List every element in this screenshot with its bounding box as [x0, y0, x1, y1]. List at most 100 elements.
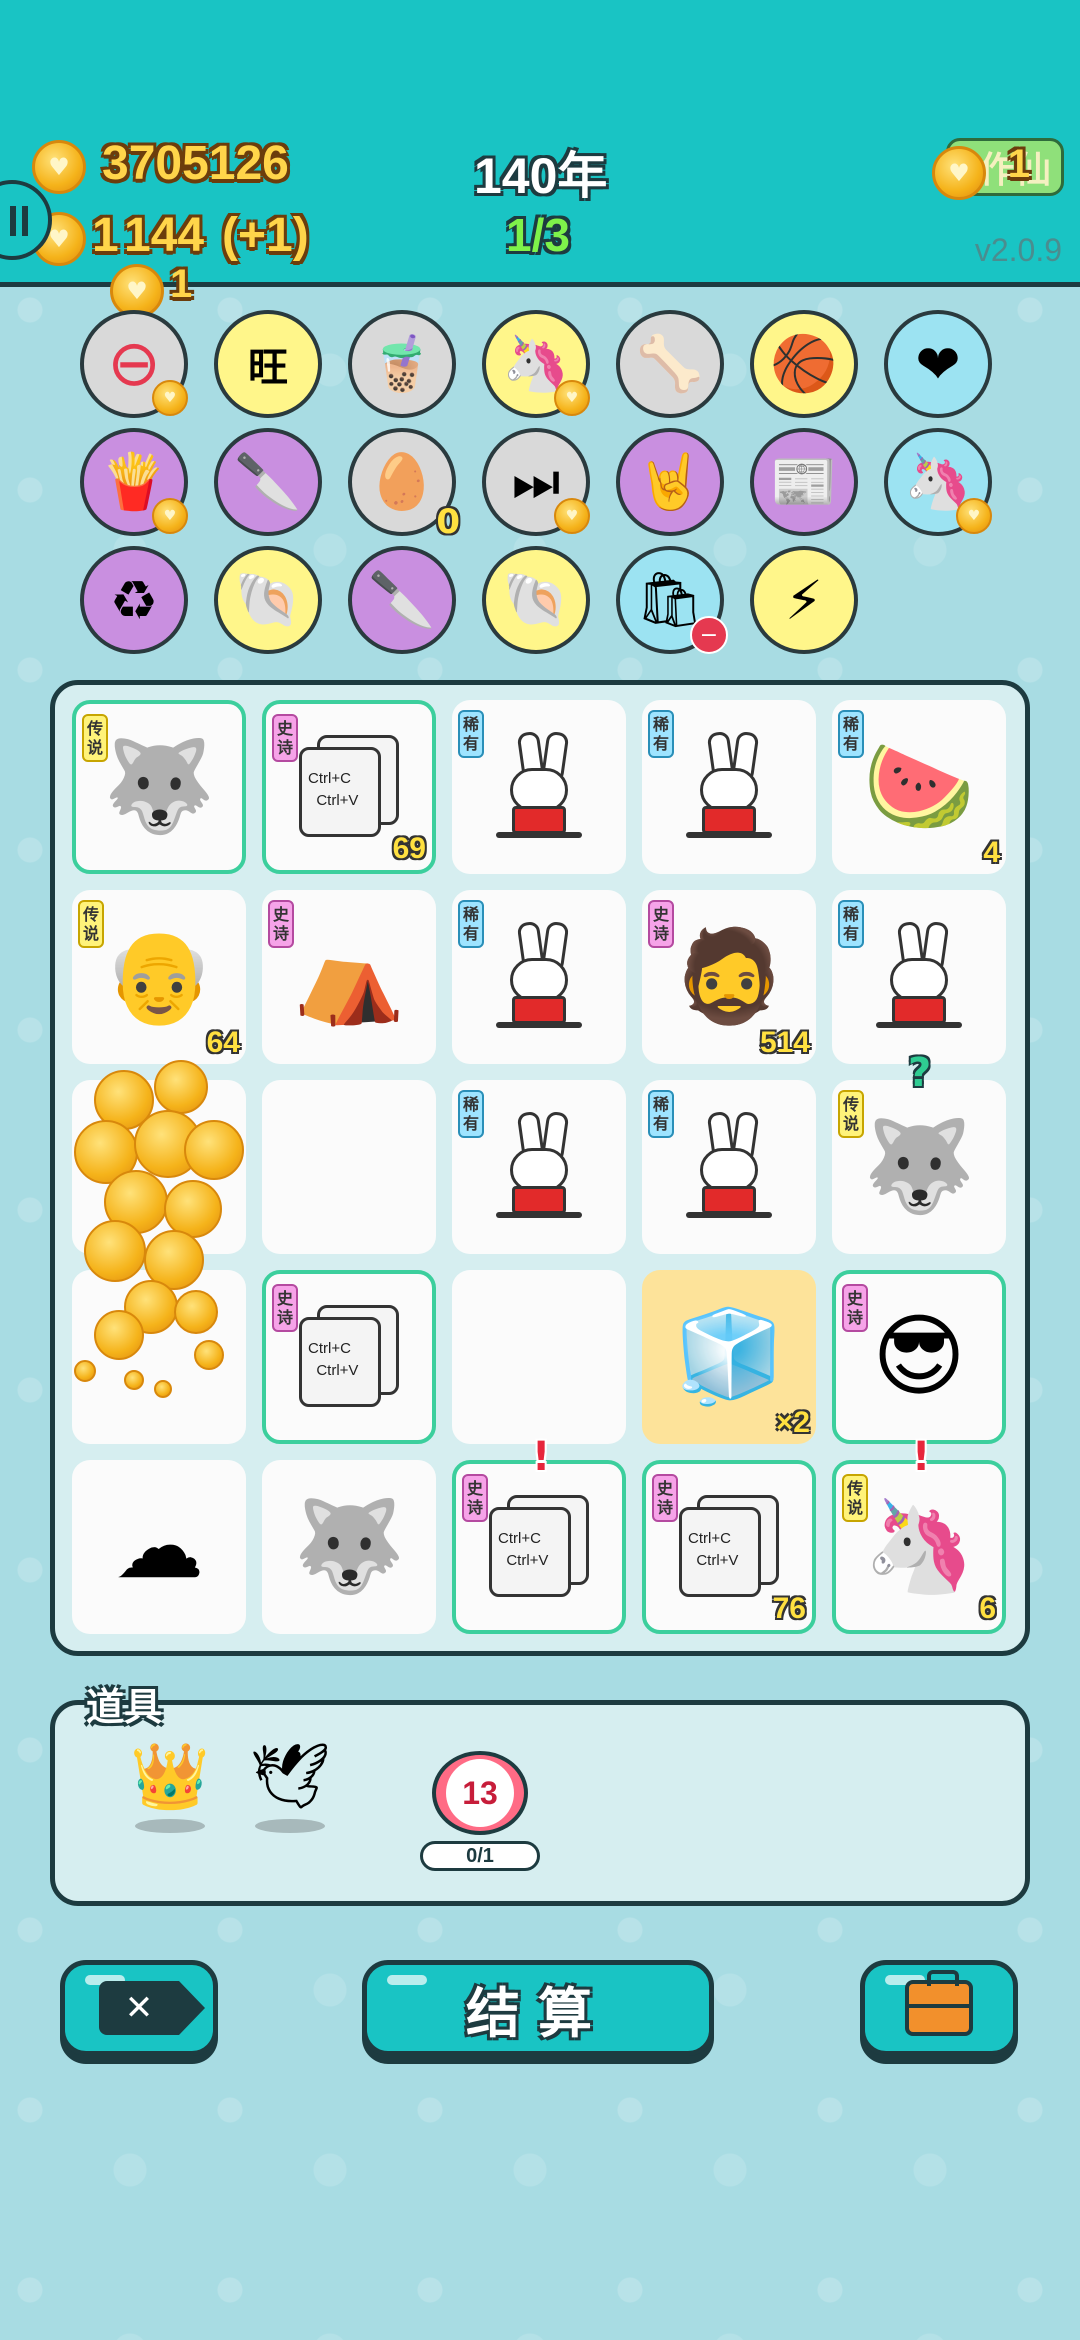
- bubble-tea-icon: 🧋: [368, 332, 436, 395]
- relic-recycle-icon[interactable]: ♻: [80, 546, 188, 654]
- copy-paste-icon: Ctrl+C Ctrl+V: [299, 735, 399, 839]
- rarity-tag: 稀有: [458, 710, 484, 758]
- board-cell-husky-king[interactable]: 🐺: [262, 1460, 436, 1634]
- rabbit-house-icon: ⛺: [292, 924, 406, 1029]
- husky-king-icon: 🐺: [102, 734, 216, 839]
- item-timer[interactable]: 13 0/1: [415, 1751, 545, 1871]
- relic-twin-unicorns-icon[interactable]: 🦄 ♥: [884, 428, 992, 536]
- cheat-coin-count: 1: [1007, 142, 1030, 186]
- relic-basketballs-icon[interactable]: 🏀: [750, 310, 858, 418]
- bearded-man-icon: 🧔: [672, 924, 786, 1029]
- rabbit-icon: [874, 922, 964, 1032]
- timer-icon: 13: [432, 1751, 528, 1835]
- heart-coin-icon: [154, 1060, 208, 1114]
- board-cell-rabbit[interactable]: 稀有: [642, 700, 816, 874]
- board-cell-copy-paste[interactable]: 史诗 Ctrl+C Ctrl+V 76: [642, 1460, 816, 1634]
- timer-progress: 0/1: [420, 1841, 540, 1871]
- board-cell-rabbit[interactable]: 稀有: [452, 890, 626, 1064]
- heart-coin-icon: [184, 1120, 244, 1180]
- symbol-counter: 6: [979, 1592, 996, 1625]
- symbol-counter: 514: [759, 1026, 810, 1059]
- unicorn-icon: 🦄: [862, 1494, 976, 1599]
- relic-unicorn-icon[interactable]: 🦄 ♥: [482, 310, 590, 418]
- relic-trash-bag-icon[interactable]: 🛍 −: [616, 546, 728, 654]
- rarity-tag: 传说: [82, 714, 108, 762]
- recycle-icon: ♻: [109, 568, 159, 632]
- coin-burst-effect: [64, 1060, 244, 1398]
- wang-tiles-icon: 旺: [248, 345, 288, 391]
- heart-coin-icon: ♥: [554, 498, 590, 534]
- rabbit-icon: [494, 922, 584, 1032]
- board-cell-watermelon[interactable]: 稀有 🍉 4: [832, 700, 1006, 874]
- relic-rock-hand-icon[interactable]: 🤘: [616, 428, 724, 536]
- rarity-tag: 史诗: [842, 1284, 868, 1332]
- remove-badge-icon: −: [690, 616, 728, 654]
- close-icon: ✕: [99, 1981, 205, 2035]
- board-cell-rabbit[interactable]: 稀有: [452, 1080, 626, 1254]
- relic-egg-tray-icon[interactable]: 🥚 0: [348, 428, 460, 542]
- rarity-tag: 传说: [838, 1090, 864, 1138]
- relic-bubble-tea-icon[interactable]: 🧋: [348, 310, 456, 418]
- relic-wang-tiles-icon[interactable]: 旺: [214, 310, 322, 418]
- extra-coin-count: 1: [170, 262, 193, 306]
- relic-minus-circle-icon[interactable]: ⊖ ♥: [80, 310, 188, 418]
- year-label: 140年: [474, 148, 608, 204]
- relic-dog-bowl-icon[interactable]: 🦴: [616, 310, 724, 418]
- heart-coin-icon: [84, 1220, 146, 1282]
- timer-value: 13: [446, 1759, 514, 1827]
- rarity-tag: 稀有: [838, 900, 864, 948]
- copy-paste-icon: Ctrl+C Ctrl+V: [489, 1495, 589, 1599]
- board-cell-copy-paste[interactable]: 史诗 Ctrl+C Ctrl+V 69: [262, 700, 436, 874]
- relic-cleaver-icon[interactable]: 🔪: [348, 546, 456, 654]
- board-cell-old-man[interactable]: 传说 👴 64: [72, 890, 246, 1064]
- relic-shell-icon[interactable]: 🐚: [214, 546, 322, 654]
- rabbit-icon: [494, 732, 584, 842]
- basketballs-icon: 🏀: [770, 332, 838, 395]
- dove-icon: 🕊: [249, 1740, 331, 1814]
- heart-coin-icon: [174, 1290, 218, 1334]
- board-cell-copy-paste[interactable]: 史诗 Ctrl+C Ctrl+V: [262, 1270, 436, 1444]
- board-cell-sunglasses-man[interactable]: 史诗 😎: [832, 1270, 1006, 1444]
- board-cell-cotton[interactable]: ☁: [72, 1460, 246, 1634]
- board-cell-fridge[interactable]: 🧊 ×2: [642, 1270, 816, 1444]
- copy-paste-icon: Ctrl+C Ctrl+V: [299, 1305, 399, 1409]
- board-cell-husky-king[interactable]: 传说 🐺?: [832, 1050, 1006, 1254]
- bag-button[interactable]: [860, 1960, 1018, 2056]
- items-panel: 👑 🕊 13 0/1: [50, 1700, 1030, 1906]
- relic-cleaver-icon[interactable]: 🔪: [214, 428, 322, 536]
- rarity-tag: 史诗: [462, 1474, 488, 1522]
- board-cell-copy-paste[interactable]: 史诗 Ctrl+C Ctrl+V!: [452, 1434, 626, 1634]
- relic-time-magazine-icon[interactable]: 📰: [750, 428, 858, 536]
- relic-lightning-icon[interactable]: ⚡: [750, 546, 858, 654]
- rarity-tag: 史诗: [652, 1474, 678, 1522]
- board-cell-empty[interactable]: [262, 1080, 436, 1254]
- relic-skip-icon[interactable]: ⏭ ♥: [482, 428, 590, 536]
- relic-shell-icon[interactable]: 🐚: [482, 546, 590, 654]
- heart-coin-icon: [154, 1380, 172, 1398]
- remove-button[interactable]: ✕: [60, 1960, 218, 2056]
- board-cell-husky-king[interactable]: 传说 🐺: [72, 700, 246, 874]
- board-cell-rabbit-house[interactable]: 史诗 ⛺: [262, 890, 436, 1064]
- round-progress: 1/3: [506, 209, 570, 261]
- question-icon: ?: [908, 1050, 932, 1096]
- alert-icon: !: [912, 1434, 931, 1480]
- board-cell-bearded-man[interactable]: 史诗 🧔 514: [642, 890, 816, 1064]
- item-dove[interactable]: 🕊: [235, 1745, 345, 1865]
- board-cell-rabbit[interactable]: 稀有: [642, 1080, 816, 1254]
- skip-icon: ⏭: [511, 450, 561, 513]
- heart-coin-icon: [194, 1340, 224, 1370]
- board-cell-empty[interactable]: [452, 1270, 626, 1444]
- settle-button[interactable]: 结算: [362, 1960, 714, 2056]
- relic-fries-icon[interactable]: 🍟 ♥: [80, 428, 188, 536]
- heart-coin-icon: ♥: [956, 498, 992, 534]
- version-label: v2.0.9: [974, 232, 1062, 268]
- board-cell-unicorn[interactable]: 传说 🦄 6!: [832, 1434, 1006, 1634]
- board-cell-rabbit[interactable]: 稀有: [452, 700, 626, 874]
- relic-heart-iv-bag-icon[interactable]: ❤: [884, 310, 992, 418]
- rarity-tag: 史诗: [272, 714, 298, 762]
- lightning-icon: ⚡: [785, 568, 823, 632]
- board-cell-rabbit[interactable]: 稀有: [832, 890, 1006, 1064]
- item-crown[interactable]: 👑: [115, 1745, 225, 1865]
- alert-icon: !: [532, 1434, 551, 1480]
- rent-value: 144: [124, 209, 205, 262]
